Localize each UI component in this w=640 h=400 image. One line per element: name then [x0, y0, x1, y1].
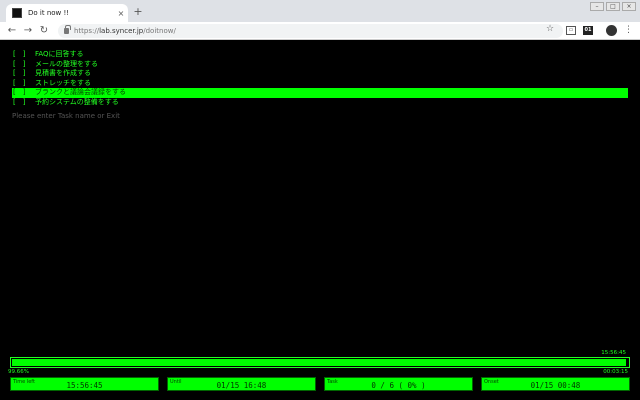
extension-icon[interactable]: ▭: [566, 26, 576, 35]
back-icon[interactable]: ←: [6, 25, 18, 37]
stat-onset: Onset 01/15 00:48: [481, 377, 630, 391]
address-bar[interactable]: https://lab.syncer.jp/doitnow/: [58, 24, 563, 38]
stats-bar: Time left 15:56:45 Until 01/15 16:48 Tas…: [10, 377, 632, 391]
extension-01-icon[interactable]: 01: [583, 26, 593, 35]
window-controls: – □ ×: [590, 2, 636, 11]
stat-value: 01/15 00:48: [530, 381, 581, 390]
task-label: FAQに回答する: [35, 50, 84, 58]
url-text: https://lab.syncer.jp/doitnow/: [74, 27, 176, 35]
maximize-icon[interactable]: □: [606, 2, 620, 11]
task-item-selected[interactable]: [ ] ブランクと議論会議録をする: [12, 88, 628, 98]
task-label: 予約システムの整備をする: [35, 97, 119, 106]
task-checkbox[interactable]: [ ]: [13, 60, 35, 70]
reload-icon[interactable]: ↻: [38, 25, 50, 37]
timer-readout-top: 15:56:45: [601, 350, 626, 356]
favicon-icon: [12, 8, 22, 18]
bookmark-star-icon[interactable]: ☆: [546, 24, 554, 34]
task-checkbox[interactable]: [ ]: [13, 50, 35, 60]
stat-until: Until 01/15 16:48: [167, 377, 316, 391]
stat-value: 15:56:45: [66, 381, 103, 390]
task-label: ストレッチをする: [35, 78, 91, 87]
window-close-icon[interactable]: ×: [622, 2, 636, 11]
task-item[interactable]: [ ] 見積書を作成する: [12, 69, 628, 79]
task-list: [ ] FAQに回答する [ ] メールの整理をする [ ] 見積書を作成する [ ]…: [12, 50, 628, 108]
task-item[interactable]: [ ] ストレッチをする: [12, 79, 628, 89]
progress-bar: [10, 357, 630, 368]
task-item[interactable]: [ ] 予約システムの整備をする: [12, 98, 628, 108]
progress-percent: 99.66%: [8, 369, 29, 375]
tab-title: Do it now !!: [28, 9, 70, 17]
stat-value: 0 / 6 ( 0% ): [371, 381, 426, 390]
progress-bar-fill: [12, 359, 626, 366]
app-page: [ ] FAQに回答する [ ] メールの整理をする [ ] 見積書を作成する [ ]…: [0, 40, 640, 400]
elapsed-time: 00:03:15: [603, 369, 628, 375]
stat-value: 01/15 16:48: [216, 381, 267, 390]
task-checkbox[interactable]: [ ]: [13, 98, 35, 108]
stat-task: Task 0 / 6 ( 0% ): [324, 377, 473, 391]
task-label: メールの整理をする: [35, 59, 98, 68]
task-input-prompt[interactable]: Please enter Task name or Exit: [12, 112, 120, 120]
browser-toolbar: ← → ↻ https://lab.syncer.jp/doitnow/ ☆ ▭…: [0, 22, 640, 40]
kebab-menu-icon[interactable]: ⋮: [624, 24, 633, 36]
task-label: ブランクと議論会議録をする: [35, 88, 126, 97]
task-label: 見積書を作成する: [35, 69, 91, 78]
minimize-icon[interactable]: –: [590, 2, 604, 11]
lock-icon: [64, 25, 71, 34]
task-checkbox[interactable]: [ ]: [13, 88, 35, 98]
stat-time-left: Time left 15:56:45: [10, 377, 159, 391]
forward-icon[interactable]: →: [22, 25, 34, 37]
avatar[interactable]: [606, 25, 617, 36]
task-item[interactable]: [ ] FAQに回答する: [12, 50, 628, 60]
task-checkbox[interactable]: [ ]: [13, 79, 35, 89]
browser-tab[interactable]: Do it now !! ×: [6, 4, 128, 22]
new-tab-button[interactable]: +: [132, 5, 144, 19]
task-item[interactable]: [ ] メールの整理をする: [12, 60, 628, 70]
task-checkbox[interactable]: [ ]: [13, 69, 35, 79]
browser-titlebar: Do it now !! × + – □ ×: [0, 0, 640, 22]
close-icon[interactable]: ×: [114, 9, 128, 18]
